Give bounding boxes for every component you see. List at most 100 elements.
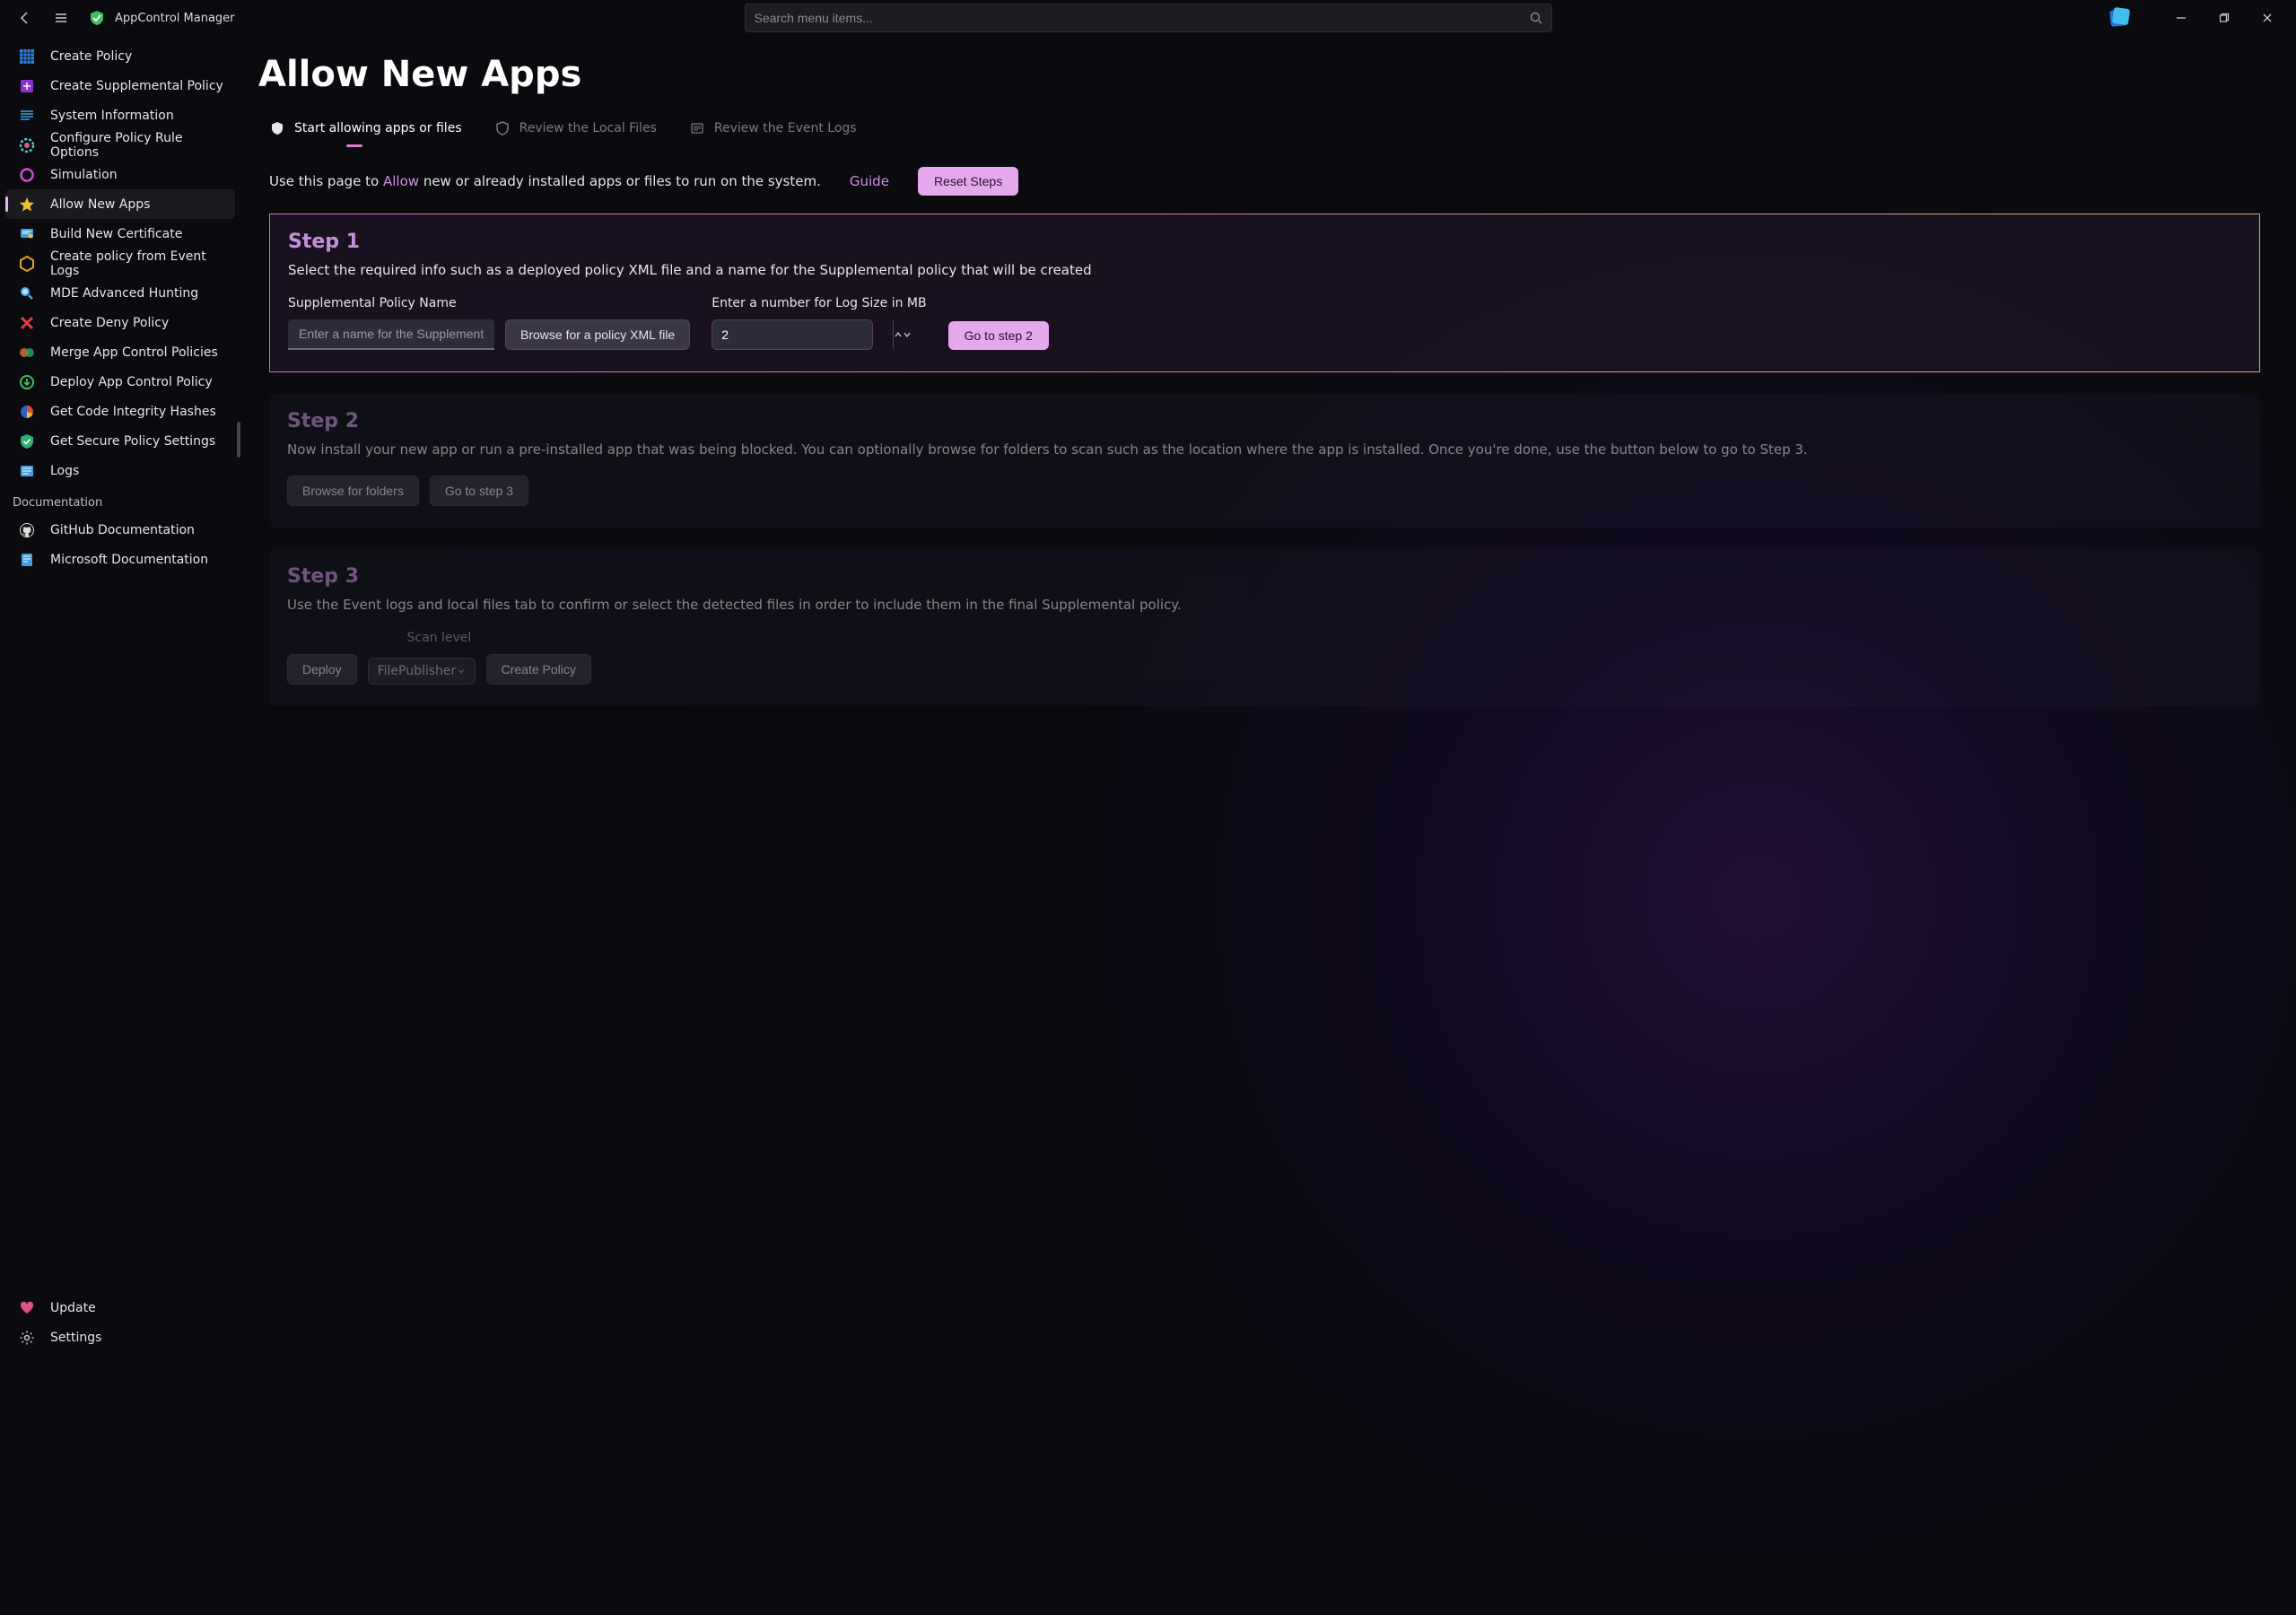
hexagon-icon (16, 253, 38, 275)
nav-mde-hunting[interactable]: MDE Advanced Hunting (5, 278, 235, 308)
document-icon (16, 549, 38, 571)
browse-xml-button[interactable]: Browse for a policy XML file (505, 319, 690, 350)
maximize-button[interactable] (2203, 0, 2246, 36)
nav-label: GitHub Documentation (50, 523, 195, 537)
spin-up-button[interactable] (893, 320, 903, 349)
close-button[interactable] (2246, 0, 2289, 36)
search-input[interactable] (755, 11, 1530, 25)
nav-ms-docs[interactable]: Microsoft Documentation (5, 545, 235, 574)
gear-color-icon (16, 135, 38, 156)
nav-label: Create Deny Policy (50, 316, 169, 330)
nav-label: Microsoft Documentation (50, 553, 208, 567)
go-step2-button[interactable]: Go to step 2 (948, 321, 1049, 350)
merge-icon (16, 342, 38, 363)
step1-desc: Select the required info such as a deplo… (288, 262, 2241, 278)
tab-review-local[interactable]: Review the Local Files (494, 120, 657, 144)
app-logo-icon (86, 7, 108, 29)
gear-icon (16, 1327, 38, 1349)
nav-label: Logs (50, 464, 79, 478)
nav-label: Create Supplemental Policy (50, 79, 223, 93)
intro-text: Use this page to Allow new or already in… (269, 173, 821, 189)
list-outline-icon (689, 120, 705, 136)
deploy-button[interactable]: Deploy (287, 654, 357, 685)
log-size-input[interactable] (711, 319, 873, 350)
scan-level-select[interactable]: FilePublisher (368, 658, 476, 685)
tab-review-event-logs[interactable]: Review the Event Logs (689, 120, 857, 144)
log-size-value[interactable] (712, 320, 893, 349)
nav-settings[interactable]: Settings (5, 1323, 235, 1352)
step2-card: Step 2 Now install your new app or run a… (269, 394, 2260, 528)
pie-icon (16, 401, 38, 423)
shield-outline-icon (494, 120, 511, 136)
nav-create-from-event-logs[interactable]: Create policy from Event Logs (5, 249, 235, 278)
create-policy-button[interactable]: Create Policy (486, 654, 591, 685)
nav-logs[interactable]: Logs (5, 456, 235, 485)
nav-label: Create Policy (50, 49, 132, 64)
step2-heading: Step 2 (287, 410, 2242, 432)
magnifier-icon (16, 283, 38, 304)
sidebar-docs-label: Documentation (0, 485, 240, 515)
log-size-label: Enter a number for Log Size in MB (711, 296, 926, 310)
tab-label: Review the Event Logs (714, 121, 857, 135)
deploy-icon (16, 371, 38, 393)
arrow-left-icon (18, 11, 32, 25)
nav-deploy-policy[interactable]: Deploy App Control Policy (5, 367, 235, 397)
nav-label: Settings (50, 1331, 101, 1345)
github-icon (16, 519, 38, 541)
guide-link[interactable]: Guide (850, 173, 889, 189)
scan-level-label: Scan level (287, 631, 591, 645)
nav-create-policy[interactable]: Create Policy (5, 41, 235, 71)
sidebar: Create Policy Create Supplemental Policy… (0, 36, 240, 1363)
nav-label: MDE Advanced Hunting (50, 286, 198, 301)
nav-merge-policies[interactable]: Merge App Control Policies (5, 337, 235, 367)
tabs: Start allowing apps or files Review the … (269, 120, 2260, 144)
nav-label: System Information (50, 109, 174, 123)
hamburger-icon (54, 11, 68, 25)
nav-code-integrity[interactable]: Get Code Integrity Hashes (5, 397, 235, 426)
policy-name-label: Supplemental Policy Name (288, 296, 494, 310)
nav-create-deny[interactable]: Create Deny Policy (5, 308, 235, 337)
main-content: Allow New Apps Start allowing apps or fi… (240, 36, 2296, 1363)
sidebar-splitter[interactable] (237, 422, 240, 458)
nav-label: Configure Policy Rule Options (50, 131, 226, 160)
step1-heading: Step 1 (288, 231, 2241, 253)
nav-simulation[interactable]: Simulation (5, 160, 235, 189)
nav-label: Merge App Control Policies (50, 345, 218, 360)
nav-label: Build New Certificate (50, 227, 182, 241)
minimize-button[interactable] (2160, 0, 2203, 36)
app-title: AppControl Manager (115, 12, 235, 25)
hamburger-button[interactable] (43, 0, 79, 36)
shield-icon (269, 120, 285, 136)
tab-start-allowing[interactable]: Start allowing apps or files (269, 120, 462, 144)
back-button[interactable] (7, 0, 43, 36)
nav-label: Get Secure Policy Settings (50, 434, 215, 449)
copilot-icon[interactable] (2099, 2, 2138, 34)
spin-down-button[interactable] (903, 320, 912, 349)
search-box[interactable] (745, 4, 1552, 32)
chevron-down-icon (457, 667, 466, 676)
nav-github-docs[interactable]: GitHub Documentation (5, 515, 235, 545)
step2-desc: Now install your new app or run a pre-in… (287, 441, 2242, 458)
nav-label: Simulation (50, 168, 118, 182)
nav-system-info[interactable]: System Information (5, 100, 235, 130)
nav-label: Get Code Integrity Hashes (50, 405, 216, 419)
grid-icon (16, 46, 38, 67)
square-plus-icon (16, 75, 38, 97)
nav-secure-settings[interactable]: Get Secure Policy Settings (5, 426, 235, 456)
certificate-icon (16, 223, 38, 245)
browse-folders-button[interactable]: Browse for folders (287, 476, 419, 506)
go-step3-button[interactable]: Go to step 3 (430, 476, 528, 506)
list-icon (16, 105, 38, 127)
policy-name-input[interactable] (288, 319, 494, 350)
step3-card: Step 3 Use the Event logs and local file… (269, 549, 2260, 706)
reset-steps-button[interactable]: Reset Steps (918, 167, 1018, 196)
nav-allow-new-apps[interactable]: Allow New Apps (5, 189, 235, 219)
nav-create-supplemental[interactable]: Create Supplemental Policy (5, 71, 235, 100)
nav-build-certificate[interactable]: Build New Certificate (5, 219, 235, 249)
x-red-icon (16, 312, 38, 334)
step3-heading: Step 3 (287, 565, 2242, 588)
nav-configure-rule-options[interactable]: Configure Policy Rule Options (5, 130, 235, 160)
shield-check-icon (16, 431, 38, 452)
title-bar: AppControl Manager (0, 0, 2296, 36)
nav-update[interactable]: Update (5, 1293, 235, 1323)
